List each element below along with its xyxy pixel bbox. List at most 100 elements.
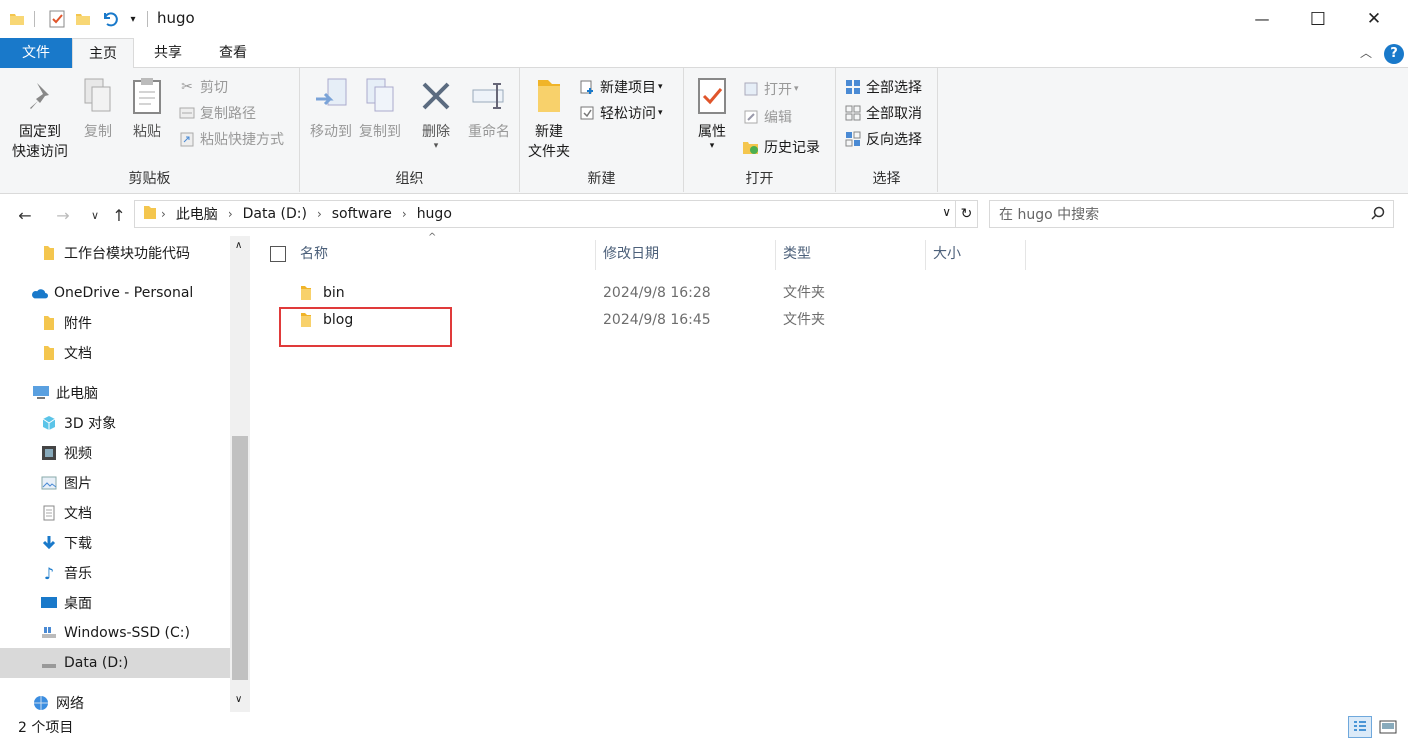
folder-icon (143, 204, 157, 224)
forward-arrow-icon[interactable]: → (52, 204, 74, 226)
drive-icon (40, 654, 58, 672)
music-icon: ♪ (43, 563, 55, 583)
close-button[interactable]: ✕ (1346, 0, 1402, 38)
up-arrow-icon[interactable]: ↑ (108, 204, 130, 226)
new-folder-button[interactable]: 新建 文件夹 (524, 74, 574, 162)
column-divider[interactable] (1025, 240, 1026, 270)
nav-item-this-pc[interactable]: 此电脑 (0, 378, 230, 408)
nav-item-workbench-code[interactable]: 工作台模块功能代码 (0, 238, 230, 268)
easy-access-label: 轻松访问 (600, 106, 656, 122)
tab-view[interactable]: 查看 (204, 38, 262, 68)
column-header-name[interactable]: 名称 (300, 236, 328, 272)
column-header-type[interactable]: 类型 (783, 236, 811, 272)
tab-file[interactable]: 文件 (0, 38, 72, 68)
folder-icon[interactable] (8, 9, 26, 29)
copy-to-button[interactable]: 复制到 (356, 74, 404, 142)
file-name: bin (323, 285, 345, 301)
select-none-button[interactable]: 全部取消 (844, 102, 922, 124)
column-header-modified[interactable]: 修改日期 (603, 236, 659, 272)
separator (34, 11, 35, 27)
delete-button[interactable]: 删除 ▾ (416, 74, 456, 151)
minimize-ribbon-icon[interactable]: ︿ (1360, 44, 1372, 61)
breadcrumb-data-drive[interactable]: Data (D:) (243, 206, 307, 222)
new-group-label: 新建 (587, 171, 616, 187)
select-all-button[interactable]: 全部选择 (844, 76, 922, 98)
help-icon[interactable]: ? (1384, 44, 1404, 64)
nav-item-3d-objects[interactable]: 3D 对象 (0, 408, 230, 438)
breadcrumb-this-pc[interactable]: 此电脑 (176, 204, 218, 224)
search-input[interactable]: 在 hugo 中搜索 (989, 200, 1394, 228)
copy-path-icon (178, 104, 196, 122)
undo-icon[interactable] (100, 9, 118, 29)
open-label: 打开 (764, 82, 792, 98)
maximize-button[interactable]: ☐ (1290, 0, 1346, 38)
column-header-size[interactable]: 大小 (933, 236, 961, 272)
customize-toolbar-chevron-icon[interactable]: ▾ (124, 9, 142, 29)
address-history-chevron-icon[interactable]: ∨ (942, 205, 951, 219)
chevron-down-icon: ▾ (658, 108, 663, 118)
folder-icon (298, 284, 314, 302)
nav-item-onedrive[interactable]: OneDrive - Personal (0, 278, 230, 308)
nav-scrollbar[interactable]: ∧ ∨ (230, 236, 250, 712)
nav-item-d-drive[interactable]: Data (D:) (0, 648, 230, 678)
column-divider[interactable] (775, 240, 776, 270)
nav-item-downloads[interactable]: 下载 (0, 528, 230, 558)
breadcrumb-separator-icon: › (161, 207, 166, 221)
select-all-checkbox[interactable] (270, 246, 286, 262)
nav-item-documents[interactable]: 文档 (0, 498, 230, 528)
nav-item-attachments[interactable]: 附件 (0, 308, 230, 338)
properties-button[interactable]: 属性 ▾ (690, 74, 734, 151)
large-icons-view-icon[interactable] (1376, 716, 1400, 738)
new-item-label: 新建项目 (600, 80, 656, 96)
details-view-icon[interactable] (1348, 716, 1372, 738)
nav-item-label: 下载 (64, 536, 92, 552)
scroll-down-icon[interactable]: ∨ (235, 694, 242, 705)
properties-icon[interactable] (48, 9, 66, 29)
nav-item-videos[interactable]: 视频 (0, 438, 230, 468)
paste-shortcut-icon (178, 130, 196, 148)
open-button[interactable]: 打开 ▾ (742, 78, 799, 100)
new-group: 新建 文件夹 新建项目 ▾ 轻松访问 ▾ 新建 (520, 68, 684, 192)
nav-item-desktop[interactable]: 桌面 (0, 588, 230, 618)
nav-item-music[interactable]: ♪ 音乐 (0, 558, 230, 588)
nav-item-c-drive[interactable]: Windows-SSD (C:) (0, 618, 230, 648)
select-none-label: 全部取消 (866, 106, 922, 122)
invert-selection-button[interactable]: 反向选择 (844, 128, 922, 150)
copy-button[interactable]: 复制 (76, 74, 120, 142)
tab-home[interactable]: 主页 (72, 38, 134, 69)
nav-scrollbar-thumb[interactable] (232, 436, 248, 680)
new-folder-icon[interactable] (74, 9, 92, 29)
paste-shortcut-button[interactable]: 粘贴快捷方式 (178, 128, 284, 150)
copy-path-button[interactable]: 复制路径 (178, 102, 256, 124)
column-divider[interactable] (595, 240, 596, 270)
minimize-button[interactable]: — (1234, 0, 1290, 38)
list-item[interactable]: bin 2024/9/8 16:28 文件夹 (258, 280, 1408, 306)
cut-button[interactable]: ✂ 剪切 (178, 76, 228, 98)
new-item-button[interactable]: 新建项目 ▾ (578, 76, 663, 98)
move-to-button[interactable]: 移动到 (304, 74, 358, 142)
rename-button[interactable]: 重命名 (462, 74, 516, 142)
scroll-up-icon[interactable]: ∧ (235, 240, 242, 251)
breadcrumb-hugo[interactable]: hugo (417, 206, 452, 222)
nav-item-label: 桌面 (64, 596, 92, 612)
search-icon (1371, 206, 1385, 224)
column-divider[interactable] (925, 240, 926, 270)
tab-share[interactable]: 共享 (140, 38, 196, 68)
nav-item-onedrive-documents[interactable]: 文档 (0, 338, 230, 368)
history-button[interactable]: 历史记录 (742, 136, 820, 158)
paste-button[interactable]: 粘贴 (124, 74, 170, 142)
history-label: 历史记录 (764, 140, 820, 156)
address-bar[interactable]: › 此电脑 › Data (D:) › software › hugo ∨ (134, 200, 956, 228)
edit-button[interactable]: 编辑 (742, 106, 792, 128)
nav-item-pictures[interactable]: 图片 (0, 468, 230, 498)
ribbon: 固定到 快速访问 复制 粘贴 ✂ 剪切 复制路径 粘贴快捷方式 剪贴板 移动到 … (0, 68, 1408, 194)
pin-to-quick-access-button[interactable]: 固定到 快速访问 (6, 74, 74, 162)
recent-locations-chevron-icon[interactable]: ∨ (84, 204, 106, 226)
back-arrow-icon[interactable]: ← (14, 204, 36, 226)
refresh-icon[interactable]: ↻ (956, 200, 978, 228)
title-bar: ▾ hugo — ☐ ✕ (0, 0, 1408, 38)
computer-icon (32, 384, 50, 402)
easy-access-button[interactable]: 轻松访问 ▾ (578, 102, 663, 124)
copy-icon (78, 74, 118, 118)
breadcrumb-software[interactable]: software (332, 206, 392, 222)
